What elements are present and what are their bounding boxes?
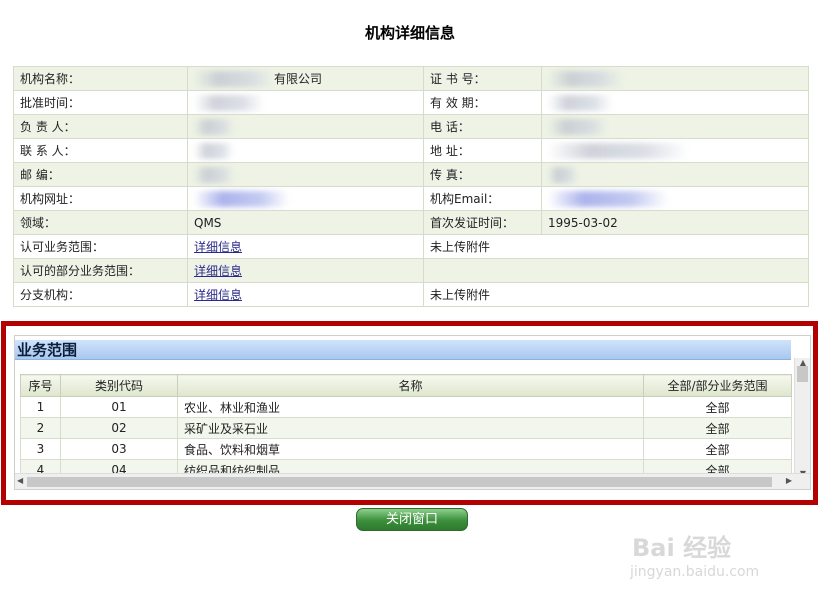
redacted-value <box>548 70 623 87</box>
business-scope-table: 序号 类别代码 名称 全部/部分业务范围 1 01 农业、林业和渔业 全部 2 … <box>20 374 792 481</box>
redacted-value <box>194 142 234 159</box>
redacted-value <box>194 94 264 111</box>
institution-info-table: 机构名称： 有限公司 证 书 号： 批准时间： 有 效 期： 负 责 人： 电 … <box>13 66 809 307</box>
value-phone <box>541 114 809 139</box>
info-row-principal: 负 责 人： 电 话： <box>13 114 809 139</box>
accredited-scope-attachment-status: 未上传附件 <box>423 234 809 259</box>
business-scope-title: 业务范围 <box>15 340 791 360</box>
info-row-partial-scope: 认可的部分业务范围： 详细信息 <box>13 258 809 283</box>
value-field: QMS <box>187 210 424 235</box>
label-approval-time: 批准时间： <box>13 90 188 115</box>
cell-name: 食品、饮料和烟草 <box>177 438 644 460</box>
cell-name: 农业、林业和渔业 <box>177 396 644 418</box>
value-address <box>541 138 809 163</box>
business-scope-highlight-box: 业务范围 序号 类别代码 名称 全部/部分业务范围 1 01 农业、林业和渔业 … <box>1 321 818 505</box>
value-validity <box>541 90 809 115</box>
label-email: 机构Email： <box>423 186 542 211</box>
accredited-scope-detail-link[interactable]: 详细信息 <box>194 240 242 254</box>
info-row-scope: 认可业务范围： 详细信息 未上传附件 <box>13 234 809 259</box>
label-validity: 有 效 期： <box>423 90 542 115</box>
redacted-value <box>194 118 234 135</box>
institution-name-suffix: 有限公司 <box>274 71 323 86</box>
redacted-website-link[interactable] <box>194 190 289 207</box>
cell-scope: 全部 <box>643 396 792 418</box>
cell-scope: 全部 <box>643 417 792 439</box>
value-institution-name: 有限公司 <box>187 66 424 91</box>
partial-scope-detail-link[interactable]: 详细信息 <box>194 264 242 278</box>
info-row-postcode: 邮 编： 传 真： <box>13 162 809 187</box>
value-certificate-no <box>541 66 809 91</box>
label-first-issue-time: 首次发证时间： <box>423 210 542 235</box>
value-website[interactable] <box>187 186 424 211</box>
close-window-button[interactable]: 关闭窗口 <box>356 508 468 531</box>
label-institution-name: 机构名称： <box>13 66 188 91</box>
cell-no: 3 <box>20 438 61 460</box>
value-principal <box>187 114 424 139</box>
cell-code: 01 <box>60 396 178 418</box>
horizontal-scroll-thumb[interactable] <box>27 477 772 487</box>
label-partial-scope: 认可的部分业务范围： <box>13 258 188 283</box>
vertical-scrollbar[interactable]: ▲ ▼ <box>794 358 810 478</box>
redacted-value <box>548 142 688 159</box>
cell-no: 2 <box>20 417 61 439</box>
value-fax <box>541 162 809 187</box>
label-phone: 电 话： <box>423 114 542 139</box>
label-contact: 联 系 人： <box>13 138 188 163</box>
info-row-web: 机构网址： 机构Email： <box>13 186 809 211</box>
col-header-no: 序号 <box>20 374 61 397</box>
business-scope-panel: 业务范围 序号 类别代码 名称 全部/部分业务范围 1 01 农业、林业和渔业 … <box>14 335 811 490</box>
table-row: 1 01 农业、林业和渔业 全部 <box>20 396 792 418</box>
branches-attachment-status: 未上传附件 <box>423 282 809 307</box>
info-row-branches: 分支机构： 详细信息 未上传附件 <box>13 282 809 307</box>
cell-code: 02 <box>60 417 178 439</box>
value-email[interactable] <box>541 186 809 211</box>
col-header-code: 类别代码 <box>60 374 178 397</box>
value-contact <box>187 138 424 163</box>
info-row-contact: 联 系 人： 地 址： <box>13 138 809 163</box>
redacted-value <box>548 94 613 111</box>
value-first-issue-time: 1995-03-02 <box>541 210 809 235</box>
cell-partial-scope-link: 详细信息 <box>187 258 424 283</box>
page-title: 机构详细信息 <box>364 24 455 42</box>
table-row: 2 02 采矿业及采石业 全部 <box>20 417 792 439</box>
scroll-right-arrow-icon[interactable]: ▶ <box>786 476 792 485</box>
partial-scope-empty-cell <box>423 258 809 283</box>
redacted-email-link[interactable] <box>548 190 668 207</box>
cell-accredited-scope-link: 详细信息 <box>187 234 424 259</box>
label-field: 领域： <box>13 210 188 235</box>
label-principal: 负 责 人： <box>13 114 188 139</box>
redacted-value <box>194 166 234 183</box>
cell-scope: 全部 <box>643 438 792 460</box>
value-approval-time <box>187 90 424 115</box>
baidu-watermark: Bai 经验 <box>632 534 732 562</box>
scope-table-header: 序号 类别代码 名称 全部/部分业务范围 <box>20 374 792 397</box>
branches-detail-link[interactable]: 详细信息 <box>194 288 242 302</box>
col-header-scope: 全部/部分业务范围 <box>643 374 792 397</box>
info-row-field: 领域： QMS 首次发证时间： 1995-03-02 <box>13 210 809 235</box>
col-header-name: 名称 <box>177 374 644 397</box>
redacted-value <box>548 166 578 183</box>
scroll-left-arrow-icon[interactable]: ◀ <box>17 476 23 485</box>
label-website: 机构网址： <box>13 186 188 211</box>
value-postcode <box>187 162 424 187</box>
vertical-scroll-thumb[interactable] <box>797 366 808 382</box>
label-postcode: 邮 编： <box>13 162 188 187</box>
horizontal-scrollbar[interactable]: ◀ ▶ <box>15 473 810 489</box>
cell-no: 1 <box>20 396 61 418</box>
info-row-name: 机构名称： 有限公司 证 书 号： <box>13 66 809 91</box>
redacted-value <box>194 71 274 88</box>
label-fax: 传 真： <box>423 162 542 187</box>
info-row-approval: 批准时间： 有 效 期： <box>13 90 809 115</box>
redacted-value <box>548 118 608 135</box>
label-certificate-no: 证 书 号： <box>423 66 542 91</box>
label-address: 地 址： <box>423 138 542 163</box>
label-accredited-scope: 认可业务范围： <box>13 234 188 259</box>
cell-name: 采矿业及采石业 <box>177 417 644 439</box>
cell-code: 03 <box>60 438 178 460</box>
cell-branches-link: 详细信息 <box>187 282 424 307</box>
table-row: 3 03 食品、饮料和烟草 全部 <box>20 438 792 460</box>
label-branches: 分支机构： <box>13 282 188 307</box>
baidu-watermark-url: jingyan.baidu.com <box>630 564 760 580</box>
